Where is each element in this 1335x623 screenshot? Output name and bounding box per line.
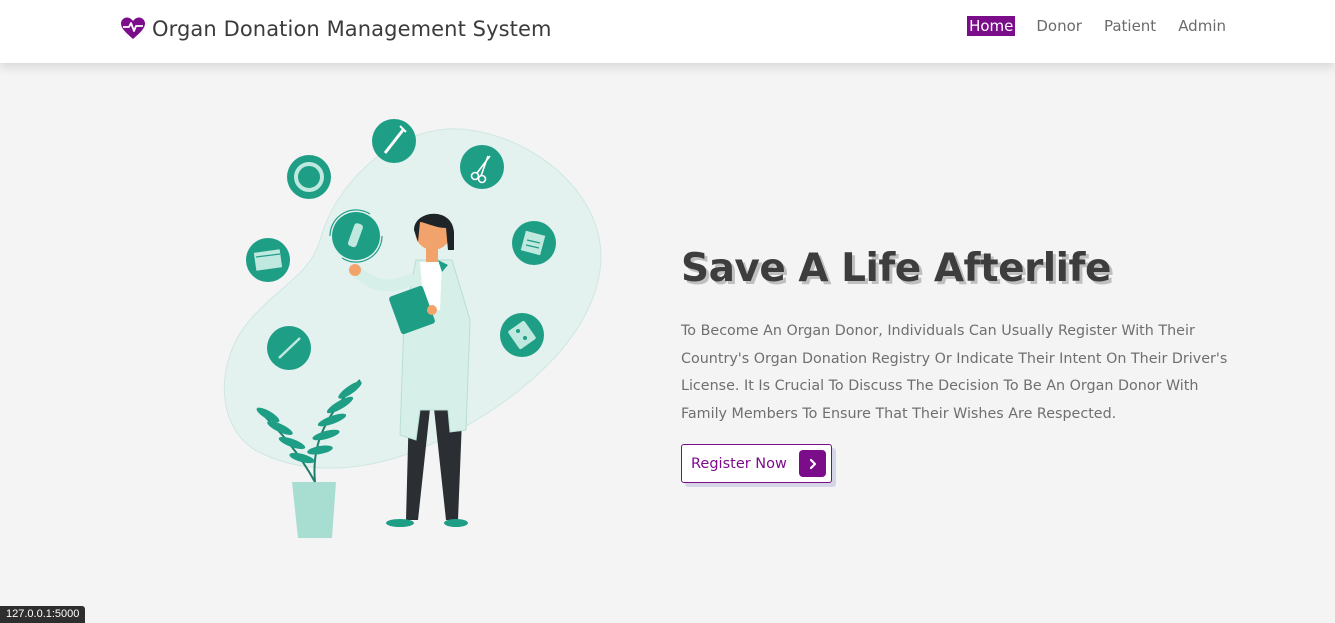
thermometer-icon [267, 326, 311, 370]
hero-description: To Become An Organ Donor, Individuals Ca… [681, 323, 1228, 422]
pill-pack-icon [500, 313, 544, 357]
nav-patient-link[interactable]: Patient [1103, 16, 1157, 36]
chevron-right-icon [799, 450, 826, 477]
main-nav: Home Donor Patient Admin [967, 16, 1227, 36]
notepad-icon [512, 221, 556, 265]
nav-home-link[interactable]: Home [967, 16, 1016, 36]
navbar: Organ Donation Management System Home Do… [0, 0, 1335, 63]
nav-donor-link[interactable]: Donor [1035, 16, 1083, 36]
register-now-label: Register Now [691, 455, 787, 472]
brand[interactable]: Organ Donation Management System [120, 14, 552, 44]
ring-icon [287, 155, 331, 199]
status-bar-url: 127.0.0.1:5000 [0, 606, 86, 623]
hero-title: Save A Life Afterlife [681, 246, 1111, 291]
hero-illustration [223, 119, 602, 538]
scissors-icon [460, 145, 504, 189]
nav-admin-link[interactable]: Admin [1177, 16, 1227, 36]
heart-pulse-icon [121, 17, 145, 39]
calendar-icon [246, 238, 290, 282]
brand-title: Organ Donation Management System [152, 17, 552, 41]
register-now-button[interactable]: Register Now [681, 444, 832, 483]
syringe-icon [372, 119, 416, 163]
